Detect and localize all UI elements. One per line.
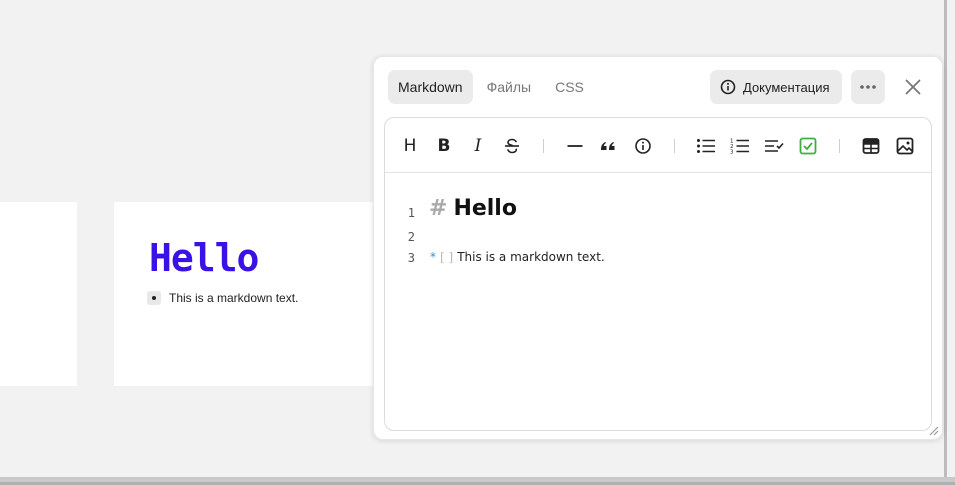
horizontal-rule-icon [567, 145, 583, 147]
task-list-button[interactable] [762, 134, 786, 158]
info-icon [720, 79, 736, 95]
toolbar-separator [674, 139, 675, 153]
panel-tabs: Markdown Файлы CSS [388, 70, 594, 104]
more-button[interactable] [851, 70, 885, 104]
info-block-button[interactable] [631, 134, 655, 158]
preview-task-item: This is a markdown text. [147, 291, 298, 305]
italic-button[interactable]: I [466, 134, 490, 158]
documentation-label: Документация [743, 79, 830, 95]
bullet-list-icon [697, 139, 715, 153]
task-list-icon [765, 140, 784, 152]
task-checkbox[interactable] [147, 291, 161, 305]
preview-heading: Hello [149, 236, 259, 280]
bullet-list-button[interactable] [694, 134, 718, 158]
scrollbar-vertical[interactable] [944, 0, 947, 477]
tab-markdown[interactable]: Markdown [388, 70, 473, 104]
editor: H B I 1 2 3 1 2 3 # Hello * [] This is … [384, 117, 932, 431]
info-icon [635, 138, 651, 154]
bold-button[interactable]: B [432, 134, 456, 158]
heading-text: Hello [453, 196, 517, 221]
markdown-editor-panel: Markdown Файлы CSS Документация H B I 1 … [373, 56, 943, 440]
close-button[interactable] [901, 75, 925, 99]
preview-task-text: This is a markdown text. [169, 291, 299, 305]
quote-icon [601, 142, 615, 150]
checkbox-checked-icon [799, 137, 817, 155]
numbered-list-icon: 1 2 3 [730, 139, 749, 156]
quote-button[interactable] [596, 134, 620, 158]
resize-handle-icon[interactable] [927, 424, 939, 436]
line-number: 3 [407, 251, 415, 265]
toolbar-separator [543, 139, 544, 153]
heading-button[interactable]: H [398, 134, 422, 158]
strikethrough-icon [505, 138, 519, 154]
table-button[interactable] [859, 134, 883, 158]
image-button[interactable] [893, 134, 917, 158]
code-line-heading: # Hello [429, 196, 517, 221]
heading-marker: # [429, 196, 448, 221]
list-marker: * [430, 250, 436, 264]
close-icon [905, 79, 921, 95]
code-area[interactable]: 1 2 3 # Hello * [ ] This is a markdown t… [385, 174, 931, 430]
preview-card: Hello This is a markdown text. [114, 202, 374, 386]
toolbar-overflow-button[interactable]: ··· [926, 134, 931, 158]
documentation-button[interactable]: Документация [710, 70, 842, 104]
line-number: 1 [407, 206, 415, 220]
task-box-marker: [ ] [440, 250, 454, 264]
checkbox-button[interactable] [796, 134, 820, 158]
image-icon [896, 137, 914, 155]
canvas-card [0, 202, 77, 386]
strikethrough-button[interactable] [500, 134, 524, 158]
code-line-task: * [ ] This is a markdown text. [430, 250, 605, 264]
numbered-list-button[interactable]: 1 2 3 [728, 134, 752, 158]
line-number: 2 [407, 230, 415, 244]
tab-css[interactable]: CSS [545, 70, 594, 104]
svg-text:3: 3 [730, 150, 734, 156]
horizontal-rule-button[interactable] [563, 134, 587, 158]
table-icon [862, 138, 880, 154]
editor-toolbar: H B I 1 2 3 [385, 118, 931, 173]
more-horizontal-icon [860, 85, 876, 89]
task-text: This is a markdown text. [457, 250, 605, 264]
tab-files[interactable]: Файлы [477, 70, 541, 104]
toolbar-separator [839, 139, 840, 153]
